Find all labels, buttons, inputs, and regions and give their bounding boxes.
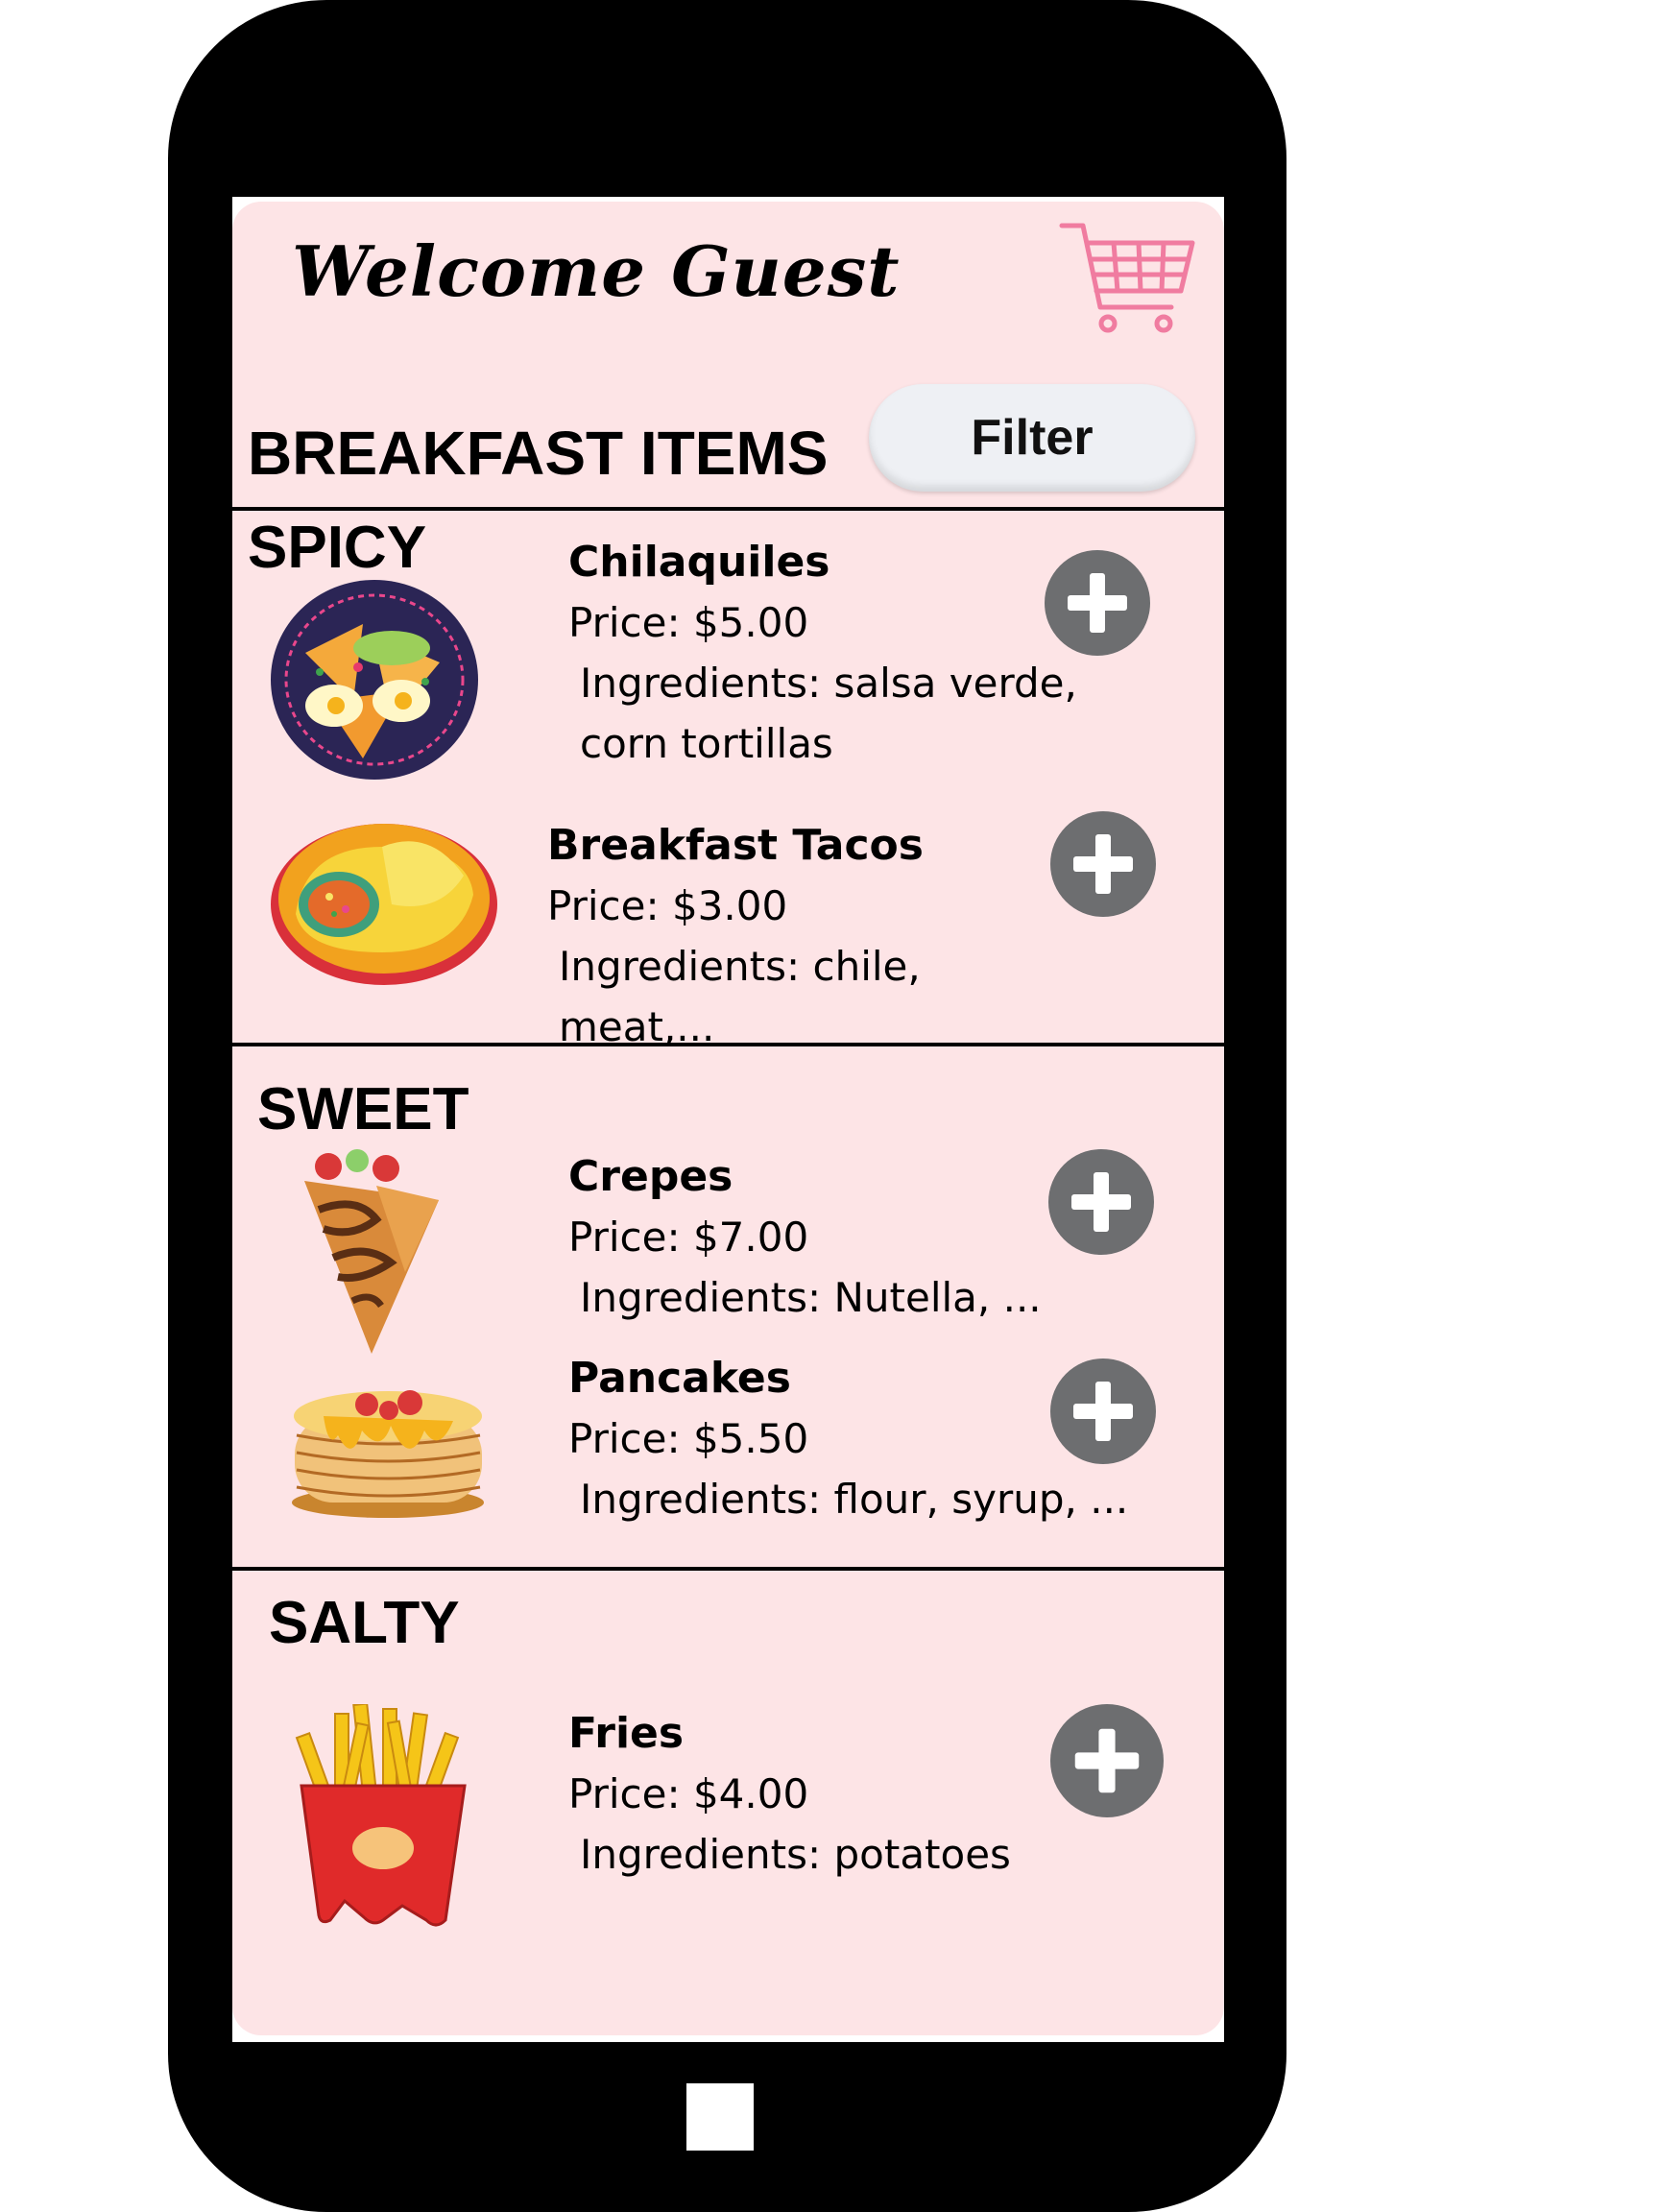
shopping-cart-icon <box>1059 223 1195 333</box>
menu-panel: Welcome Guest BREAKFAST ITEMS Filter SPI… <box>232 202 1224 2035</box>
phone-screen: Welcome Guest BREAKFAST ITEMS Filter SPI… <box>232 197 1224 2042</box>
divider <box>232 1567 1224 1571</box>
menu-item-breakfast-tacos: Breakfast Tacos Price: $3.00 Ingredients… <box>547 816 1085 1057</box>
item-price: Price: $3.00 <box>547 882 788 929</box>
plus-icon <box>1073 1382 1133 1441</box>
pancakes-image <box>292 1390 484 1518</box>
page-title: BREAKFAST ITEMS <box>248 419 829 488</box>
plus-icon <box>1074 1728 1140 1793</box>
divider <box>232 507 1224 511</box>
section-label-spicy: SPICY <box>248 515 427 581</box>
welcome-title: Welcome Guest <box>292 230 901 312</box>
fries-image <box>295 1704 467 1927</box>
cart-button[interactable] <box>1058 216 1197 336</box>
home-button[interactable] <box>686 2083 754 2151</box>
item-price: Price: $4.00 <box>568 1770 809 1817</box>
item-ingredients: Ingredients: salsa verde, corn tortillas <box>580 660 1077 767</box>
filter-button[interactable]: Filter <box>869 384 1195 492</box>
menu-item-fries: Fries Price: $4.00 Ingredients: potatoes <box>568 1704 1106 1885</box>
item-ingredients: Ingredients: flour, syrup, ... <box>580 1476 1129 1523</box>
add-chilaquiles-button[interactable] <box>1045 550 1150 656</box>
crepes-image <box>304 1149 439 1354</box>
add-pancakes-button[interactable] <box>1050 1358 1156 1464</box>
item-ingredients: Ingredients: potatoes <box>580 1831 1011 1878</box>
plus-icon <box>1073 834 1133 894</box>
chilaquiles-image <box>271 580 478 780</box>
add-crepes-button[interactable] <box>1048 1149 1154 1255</box>
item-ingredients: Ingredients: Nutella, ... <box>580 1274 1042 1321</box>
plus-icon <box>1068 573 1127 633</box>
add-fries-button[interactable] <box>1050 1704 1164 1817</box>
item-name: Fries <box>568 1709 685 1758</box>
section-label-sweet: SWEET <box>257 1076 469 1142</box>
add-breakfast-tacos-button[interactable] <box>1050 811 1156 917</box>
item-name: Breakfast Tacos <box>547 821 924 870</box>
divider <box>232 1043 1224 1046</box>
plus-icon <box>1071 1172 1131 1232</box>
section-label-salty: SALTY <box>269 1590 460 1656</box>
item-ingredients: Ingredients: chile, meat,... <box>559 943 921 1050</box>
breakfast-tacos-image <box>271 824 497 985</box>
